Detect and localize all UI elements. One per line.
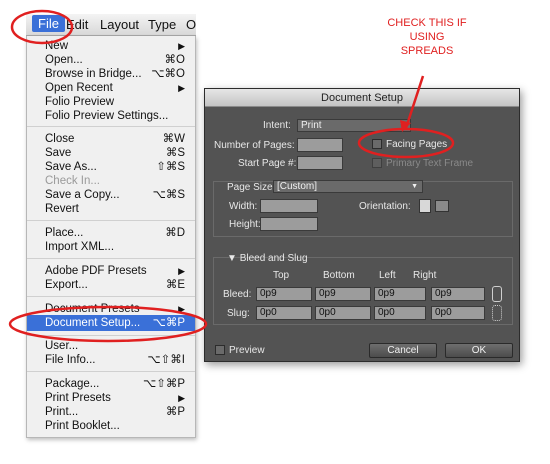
menu-item-new[interactable]: New ▶ [27, 39, 195, 53]
height-label: Height: [229, 219, 261, 230]
menu-item-print[interactable]: Print... ⌘P [27, 405, 195, 419]
menu-item-open-recent[interactable]: Open Recent ▶ [27, 81, 195, 95]
primary-text-frame-checkbox [372, 158, 382, 168]
bleed-right-input[interactable]: 0p9 [431, 287, 485, 301]
menu-separator [27, 126, 195, 127]
pages-label: Number of Pages: [214, 140, 295, 151]
document-setup-dialog: Document Setup Intent: Print ▼ Number of … [204, 88, 520, 362]
link-icon[interactable] [492, 286, 502, 302]
menu-item-file-info[interactable]: File Info... ⌥⇧⌘I [27, 353, 195, 367]
menu-file[interactable]: File [32, 15, 65, 32]
submenu-arrow-icon: ▶ [178, 266, 185, 276]
bleed-bottom-input[interactable]: 0p9 [315, 287, 371, 301]
menu-item-close[interactable]: Close ⌘W [27, 132, 195, 146]
height-input[interactable] [260, 217, 318, 231]
pages-input[interactable] [297, 138, 343, 152]
menu-item-document-presets[interactable]: Document Presets ▶ [27, 302, 195, 316]
menu-item-print-presets[interactable]: Print Presets ▶ [27, 391, 195, 405]
cancel-button[interactable]: Cancel [369, 343, 437, 358]
menu-item-package[interactable]: Package... ⌥⇧⌘P [27, 377, 195, 391]
menu-edit[interactable]: Edit [66, 17, 88, 32]
submenu-arrow-icon: ▶ [178, 393, 185, 403]
annotation-text: CHECK THIS IF USING SPREADS [387, 17, 467, 57]
menu-item-revert[interactable]: Revert [27, 202, 195, 216]
menu-bar: File Edit Layout Type O [26, 14, 196, 36]
menu-item-user[interactable]: User... [27, 339, 195, 353]
column-left: Left [379, 270, 396, 281]
width-input[interactable] [260, 199, 318, 213]
slug-bottom-input[interactable]: 0p0 [315, 306, 371, 320]
page-size-select[interactable]: [Custom] ▼ [273, 180, 423, 193]
menu-layout[interactable]: Layout [100, 17, 139, 32]
menu-item-save-copy[interactable]: Save a Copy... ⌥⌘S [27, 188, 195, 202]
menu-separator [27, 335, 195, 336]
ok-button[interactable]: OK [445, 343, 513, 358]
menu-separator [27, 296, 195, 297]
menu-item-folio-preview[interactable]: Folio Preview [27, 95, 195, 109]
menu-separator [27, 371, 195, 372]
submenu-arrow-icon: ▶ [178, 83, 185, 93]
file-menu: New ▶ Open... ⌘O Browse in Bridge... ⌥⌘O Op… [26, 36, 196, 438]
menu-separator [27, 220, 195, 221]
link-icon[interactable] [492, 305, 502, 321]
portrait-icon[interactable] [419, 199, 431, 213]
menu-item-print-booklet[interactable]: Print Booklet... [27, 419, 195, 433]
width-label: Width: [229, 201, 258, 212]
menu-object[interactable]: O [186, 17, 196, 32]
intent-select[interactable]: Print ▼ [297, 119, 411, 132]
start-page-input[interactable] [297, 156, 343, 170]
menu-item-document-setup[interactable]: Document Setup... ⌥⌘P [27, 315, 195, 331]
menu-item-place[interactable]: Place... ⌘D [27, 226, 195, 240]
submenu-arrow-icon: ▶ [178, 41, 185, 51]
menu-item-save[interactable]: Save ⌘S [27, 146, 195, 160]
column-top: Top [273, 270, 290, 281]
menu-item-import-xml[interactable]: Import XML... [27, 240, 195, 254]
menu-type[interactable]: Type [148, 17, 176, 32]
bleed-slug-label[interactable]: ▼ Bleed and Slug [227, 253, 308, 264]
menu-item-save-as[interactable]: Save As... ⇧⌘S [27, 160, 195, 174]
chevron-down-icon: ▼ [399, 122, 406, 129]
submenu-arrow-icon: ▶ [178, 304, 185, 314]
dialog-title: Document Setup [205, 89, 519, 107]
bleed-label: Bleed: [223, 289, 252, 300]
start-page-label: Start Page #: [238, 158, 297, 169]
menu-item-open[interactable]: Open... ⌘O [27, 53, 195, 67]
slug-label: Slug: [227, 308, 250, 319]
slug-left-input[interactable]: 0p0 [374, 306, 426, 320]
landscape-icon[interactable] [435, 200, 449, 212]
bleed-left-input[interactable]: 0p9 [374, 287, 426, 301]
intent-label: Intent: [263, 120, 291, 131]
menu-item-folio-preview-settings[interactable]: Folio Preview Settings... [27, 109, 195, 123]
menu-separator [27, 258, 195, 259]
menu-item-export[interactable]: Export... ⌘E [27, 278, 195, 292]
orientation-label: Orientation: [359, 201, 411, 212]
column-bottom: Bottom [323, 270, 355, 281]
menu-item-browse-bridge[interactable]: Browse in Bridge... ⌥⌘O [27, 67, 195, 81]
preview-checkbox[interactable] [215, 345, 225, 355]
primary-text-frame-label: Primary Text Frame [386, 158, 474, 169]
slug-top-input[interactable]: 0p0 [256, 306, 312, 320]
slug-right-input[interactable]: 0p0 [431, 306, 485, 320]
menu-item-check-in: Check In... [45, 175, 100, 187]
facing-pages-checkbox[interactable] [372, 139, 382, 149]
page-size-label: Page Size: [227, 182, 276, 193]
preview-label: Preview [229, 345, 265, 356]
menu-item-pdf-presets[interactable]: Adobe PDF Presets ▶ [27, 264, 195, 278]
column-right: Right [413, 270, 437, 281]
facing-pages-label: Facing Pages [386, 139, 448, 150]
chevron-down-icon: ▼ [411, 183, 418, 190]
bleed-top-input[interactable]: 0p9 [256, 287, 312, 301]
